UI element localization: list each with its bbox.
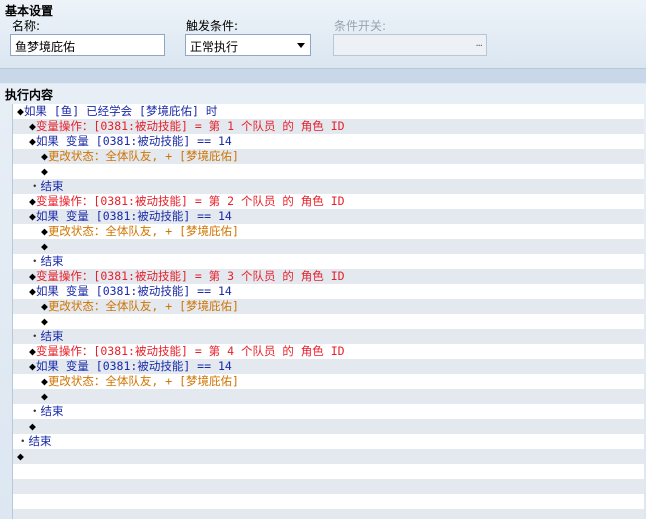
- command-row[interactable]: ◆更改状态：全体队友, + [梦境庇佑]: [13, 374, 644, 389]
- command-bullet-icon: ◆: [29, 419, 36, 433]
- command-bullet-icon: ◆: [29, 344, 36, 358]
- command-bullet-icon: ◆: [29, 284, 36, 298]
- command-text: 结束: [28, 434, 52, 448]
- event-command-list[interactable]: ◆如果 [鱼] 已经学会 [梦境庇佑] 时 ◆变量操作：[0381:被动技能] =…: [12, 104, 644, 519]
- command-row[interactable]: ・结束: [13, 179, 644, 194]
- trigger-select[interactable]: 正常执行: [185, 34, 311, 56]
- command-bullet-icon: ◆: [29, 194, 36, 208]
- switch-label: 条件开关:: [334, 19, 387, 33]
- command-bullet-icon: ◆: [41, 149, 48, 163]
- command-text: 变量操作：[0381:被动技能] = 第 2 个队员 的 角色 ID: [35, 194, 345, 208]
- command-text: 如果 变量 [0381:被动技能] == 14: [35, 359, 232, 373]
- command-row[interactable]: ◆变量操作：[0381:被动技能] = 第 4 个队员 的 角色 ID: [13, 344, 644, 359]
- command-bullet-icon: ◆: [17, 449, 24, 463]
- command-bullet-icon: ◆: [29, 209, 36, 223]
- command-bullet-icon: ◆: [29, 119, 36, 133]
- command-text: 如果 [鱼] 已经学会 [梦境庇佑] 时: [23, 104, 218, 118]
- command-text: 变量操作：[0381:被动技能] = 第 4 个队员 的 角色 ID: [35, 344, 345, 358]
- end-dot-icon: ・: [29, 254, 41, 268]
- command-row[interactable]: ・结束: [13, 434, 644, 449]
- ellipsis-button: ...: [475, 38, 482, 49]
- command-text: 结束: [40, 179, 64, 193]
- command-row[interactable]: ◆: [13, 419, 644, 434]
- separator: [0, 69, 646, 83]
- basic-settings-panel: 基本设置 名称: 鱼梦境庇佑 触发条件: 正常执行 条件开关: ...: [0, 0, 646, 69]
- command-text: 更改状态：全体队友, + [梦境庇佑]: [47, 224, 239, 238]
- command-bullet-icon: ◆: [41, 299, 48, 313]
- command-row[interactable]: ・结束: [13, 404, 644, 419]
- trigger-select-value: 正常执行: [190, 40, 239, 54]
- command-bullet-icon: ◆: [41, 164, 48, 178]
- command-bullet-icon: ◆: [41, 389, 48, 403]
- command-row[interactable]: ◆变量操作：[0381:被动技能] = 第 3 个队员 的 角色 ID: [13, 269, 644, 284]
- command-row[interactable]: ◆如果 变量 [0381:被动技能] == 14: [13, 134, 644, 149]
- command-bullet-icon: ◆: [29, 269, 36, 283]
- command-row[interactable]: ◆更改状态：全体队友, + [梦境庇佑]: [13, 224, 644, 239]
- command-text: 更改状态：全体队友, + [梦境庇佑]: [47, 149, 239, 163]
- command-bullet-icon: ◆: [41, 224, 48, 238]
- command-row[interactable]: ◆更改状态：全体队友, + [梦境庇佑]: [13, 149, 644, 164]
- command-bullet-icon: ◆: [29, 359, 36, 373]
- command-text: 更改状态：全体队友, + [梦境庇佑]: [47, 374, 239, 388]
- command-bullet-icon: ◆: [41, 374, 48, 388]
- name-input[interactable]: 鱼梦境庇佑: [10, 34, 165, 56]
- empty-row: [13, 494, 644, 509]
- command-text: 如果 变量 [0381:被动技能] == 14: [35, 209, 232, 223]
- command-bullet-icon: ◆: [29, 134, 36, 148]
- command-text: 结束: [40, 329, 64, 343]
- command-row[interactable]: ◆: [13, 314, 644, 329]
- end-dot-icon: ・: [29, 179, 41, 193]
- command-row[interactable]: ◆: [13, 164, 644, 179]
- command-row[interactable]: ◆如果 变量 [0381:被动技能] == 14: [13, 284, 644, 299]
- name-label: 名称:: [12, 19, 41, 33]
- dropdown-arrow-icon: [297, 43, 305, 48]
- end-dot-icon: ・: [29, 329, 41, 343]
- command-row[interactable]: ◆如果 变量 [0381:被动技能] == 14: [13, 359, 644, 374]
- command-row[interactable]: ◆更改状态：全体队友, + [梦境庇佑]: [13, 299, 644, 314]
- command-text: 如果 变量 [0381:被动技能] == 14: [35, 134, 232, 148]
- command-row[interactable]: ◆变量操作：[0381:被动技能] = 第 2 个队员 的 角色 ID: [13, 194, 644, 209]
- exec-title: 执行内容: [5, 88, 54, 102]
- command-row[interactable]: ・结束: [13, 254, 644, 269]
- empty-row: [13, 479, 644, 494]
- command-text: 如果 变量 [0381:被动技能] == 14: [35, 284, 232, 298]
- command-row[interactable]: ◆如果 [鱼] 已经学会 [梦境庇佑] 时: [13, 104, 644, 119]
- command-bullet-icon: ◆: [41, 239, 48, 253]
- command-row[interactable]: ◆: [13, 449, 644, 464]
- end-dot-icon: ・: [29, 404, 41, 418]
- empty-row: [13, 509, 644, 519]
- command-text: 更改状态：全体队友, + [梦境庇佑]: [47, 299, 239, 313]
- empty-row: [13, 464, 644, 479]
- command-row[interactable]: ◆变量操作：[0381:被动技能] = 第 1 个队员 的 角色 ID: [13, 119, 644, 134]
- command-bullet-icon: ◆: [41, 314, 48, 328]
- command-text: 变量操作：[0381:被动技能] = 第 1 个队员 的 角色 ID: [35, 119, 345, 133]
- switch-field: ...: [333, 34, 487, 56]
- trigger-label: 触发条件:: [186, 19, 239, 33]
- command-row[interactable]: ・结束: [13, 329, 644, 344]
- command-text: 结束: [40, 254, 64, 268]
- command-row[interactable]: ◆: [13, 389, 644, 404]
- command-row[interactable]: ◆如果 变量 [0381:被动技能] == 14: [13, 209, 644, 224]
- end-dot-icon: ・: [17, 434, 29, 448]
- command-bullet-icon: ◆: [17, 104, 24, 118]
- command-text: 变量操作：[0381:被动技能] = 第 3 个队员 的 角色 ID: [35, 269, 345, 283]
- command-text: 结束: [40, 404, 64, 418]
- command-row[interactable]: ◆: [13, 239, 644, 254]
